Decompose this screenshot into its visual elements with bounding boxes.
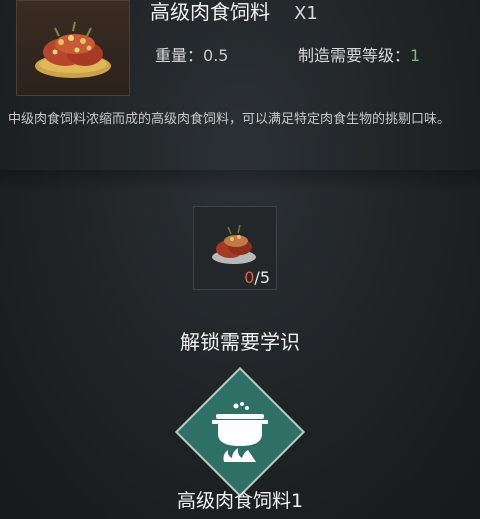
item-quantity: X1 <box>294 3 318 24</box>
section-divider <box>0 170 480 192</box>
ingredient-need: /5 <box>254 268 270 287</box>
level-value: 1 <box>410 46 421 65</box>
item-title-row: 高级肉食饲料 X1 <box>150 0 318 25</box>
ingredient-count: 0/5 <box>244 268 270 287</box>
weight-stat: 重量：0.5 <box>155 42 228 66</box>
meat-feed-icon <box>212 224 256 264</box>
item-name: 高级肉食饲料 <box>150 0 270 24</box>
item-description: 中级肉食饲料浓缩而成的高级肉食饲料，可以满足特定肉食生物的挑剔口味。 <box>8 112 451 127</box>
weight-value: 0.5 <box>203 46 229 65</box>
cooking-pot-icon <box>212 402 268 462</box>
level-stat: 制造需要等级：1 <box>298 42 420 66</box>
ingredient-have: 0 <box>244 268 255 287</box>
weight-label: 重量： <box>155 46 204 65</box>
item-thumbnail <box>16 0 130 96</box>
meat-feed-icon <box>35 21 111 78</box>
unlock-knowledge-name: 高级肉食饲料1 <box>176 490 304 512</box>
unlock-requirement-title: 解锁需要学识 <box>180 330 300 354</box>
unlock-knowledge-badge[interactable] <box>174 366 306 498</box>
level-label: 制造需要等级： <box>298 46 411 65</box>
ingredient-slot[interactable]: 0/5 <box>193 206 277 290</box>
